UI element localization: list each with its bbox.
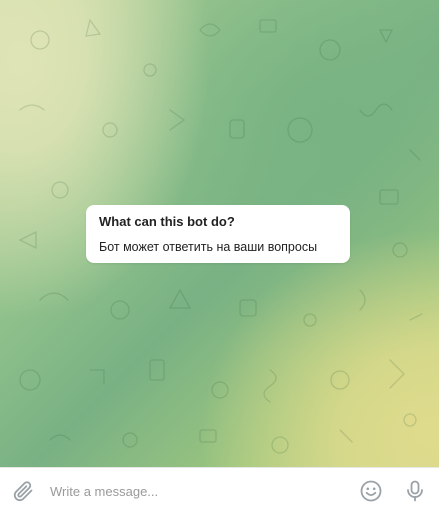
chat-window: What can this bot do? Бот может ответить… — [0, 0, 439, 513]
microphone-icon[interactable] — [403, 479, 427, 503]
paperclip-icon[interactable] — [11, 479, 35, 503]
bot-info-title: What can this bot do? — [99, 214, 235, 229]
message-input[interactable] — [50, 480, 340, 502]
bot-info-card: What can this bot do? Бот может ответить… — [86, 205, 350, 263]
message-composer — [0, 467, 439, 513]
smiley-icon[interactable] — [359, 479, 383, 503]
bot-info-description: Бот может ответить на ваши вопросы — [99, 240, 318, 254]
